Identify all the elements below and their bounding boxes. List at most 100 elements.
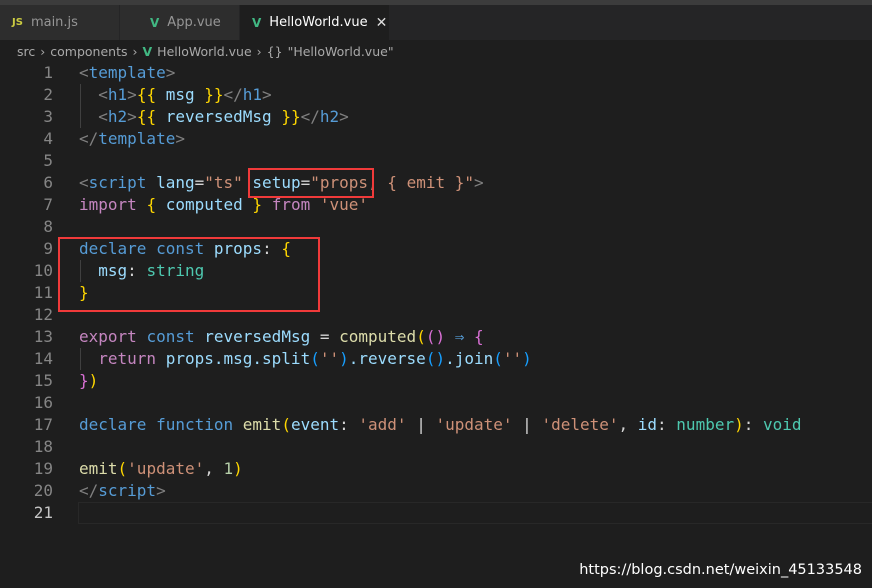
code-token: }} xyxy=(281,107,301,126)
breadcrumb: src › components › V HelloWorld.vue › {}… xyxy=(0,40,394,62)
close-tab-icon[interactable]: ✕ xyxy=(376,15,388,31)
code-token: > xyxy=(262,85,272,104)
code-token: , xyxy=(618,415,638,434)
code-line[interactable]: 2 <h1>{{ msg }}</h1> xyxy=(0,84,872,106)
code-token: </ xyxy=(223,85,243,104)
code-token: > xyxy=(156,481,166,500)
line-number: 20 xyxy=(33,481,53,500)
code-line[interactable]: 21 xyxy=(0,502,872,524)
line-number: 1 xyxy=(43,63,53,82)
code-token: '' xyxy=(502,349,523,368)
code-token: {{ xyxy=(136,85,157,104)
code-text: <h1>{{ msg }}</h1> xyxy=(79,84,272,106)
code-token: script xyxy=(88,173,147,192)
code-token: return xyxy=(98,349,157,368)
breadcrumb-components[interactable]: components xyxy=(50,44,127,59)
code-token: < xyxy=(79,63,89,82)
code-line[interactable]: 17 declare function emit(event: 'add' | '… xyxy=(0,414,872,436)
code-token: declare xyxy=(79,415,147,434)
code-line[interactable]: 4 </template> xyxy=(0,128,872,150)
code-line[interactable]: 16 xyxy=(0,392,872,414)
code-line[interactable]: 18 xyxy=(0,436,872,458)
code-token: </ xyxy=(79,481,99,500)
code-token: () xyxy=(425,327,446,346)
code-token: script xyxy=(98,481,157,500)
line-number: 7 xyxy=(43,195,53,214)
code-text: </template> xyxy=(79,128,185,150)
code-token: emit xyxy=(242,415,282,434)
line-number: 5 xyxy=(43,151,53,170)
line-number: 6 xyxy=(43,173,53,192)
code-line[interactable]: 14 return props.msg.split('').reverse().… xyxy=(0,348,872,370)
tab-main-js[interactable]: JS main.js xyxy=(0,5,120,40)
code-token: h1 xyxy=(242,85,263,104)
line-number: 19 xyxy=(33,459,53,478)
current-line-highlight xyxy=(78,502,872,524)
line-number: 18 xyxy=(33,437,53,456)
line-number: 3 xyxy=(43,107,53,126)
line-number: 14 xyxy=(33,349,53,368)
code-token: < xyxy=(79,173,89,192)
code-token: 'update' xyxy=(435,415,513,434)
code-token: const xyxy=(146,327,195,346)
code-token: > xyxy=(127,85,137,104)
line-number: 21 xyxy=(33,503,53,522)
chevron-right-icon: › xyxy=(256,43,262,59)
code-line[interactable]: 6 <script lang="ts" setup="props, { emit … xyxy=(0,172,872,194)
code-token: emit xyxy=(79,459,118,478)
code-token: lang xyxy=(156,173,195,192)
vue-file-icon: V xyxy=(142,43,153,59)
code-line[interactable]: 3 <h2>{{ reversedMsg }}</h2> xyxy=(0,106,872,128)
code-token: </ xyxy=(300,107,320,126)
line-number: 17 xyxy=(33,415,53,434)
code-token: > xyxy=(127,107,137,126)
code-token: ( xyxy=(117,459,128,478)
breadcrumb-symbol[interactable]: "HelloWorld.vue" xyxy=(288,44,394,59)
code-line[interactable]: 13 export const reversedMsg = computed(()… xyxy=(0,326,872,348)
tab-label: HelloWorld.vue xyxy=(269,15,368,30)
code-token: }} xyxy=(204,85,224,104)
code-line[interactable]: 20 </script> xyxy=(0,480,872,502)
code-token: h1 xyxy=(107,85,128,104)
code-line[interactable]: 19 emit('update', 1) xyxy=(0,458,872,480)
editor-tabs: JS main.js V App.vue V HelloWorld.vue ✕ xyxy=(0,5,872,40)
breadcrumb-file[interactable]: HelloWorld.vue xyxy=(157,44,252,59)
code-token: import xyxy=(79,195,137,214)
code-token: < xyxy=(98,107,108,126)
code-line[interactable]: 1 <template> xyxy=(0,62,872,84)
code-token: > xyxy=(339,107,349,126)
code-token: | xyxy=(406,415,436,434)
tab-app-vue[interactable]: V App.vue xyxy=(120,5,240,40)
highlight-box-setup xyxy=(248,168,374,198)
code-token: id xyxy=(637,415,658,434)
tab-helloworld-vue[interactable]: V HelloWorld.vue ✕ xyxy=(240,5,390,40)
line-number: 11 xyxy=(33,283,53,302)
code-token: '' xyxy=(319,349,340,368)
code-line[interactable]: 7 import { computed } from 'vue' xyxy=(0,194,872,216)
code-token: number xyxy=(676,415,735,434)
code-token: { xyxy=(146,195,157,214)
code-text: <h2>{{ reversedMsg }}</h2> xyxy=(79,106,349,128)
line-number: 9 xyxy=(43,239,53,258)
code-text: <template> xyxy=(79,62,175,84)
code-token: > xyxy=(474,173,484,192)
code-line[interactable]: 5 xyxy=(0,150,872,172)
code-token: ) xyxy=(88,371,99,390)
tab-label: main.js xyxy=(30,15,78,30)
code-token: .join xyxy=(445,349,494,368)
breadcrumb-src[interactable]: src xyxy=(17,44,35,59)
code-token: () xyxy=(425,349,446,368)
code-token: void xyxy=(763,415,802,434)
code-token: , xyxy=(204,459,224,478)
code-text: declare function emit(event: 'add' | 'up… xyxy=(79,414,802,436)
code-token: | xyxy=(512,415,542,434)
code-token: computed xyxy=(339,327,417,346)
code-line[interactable]: 15}) xyxy=(0,370,872,392)
code-token: {{ xyxy=(136,107,157,126)
code-line[interactable]: 8 xyxy=(0,216,872,238)
